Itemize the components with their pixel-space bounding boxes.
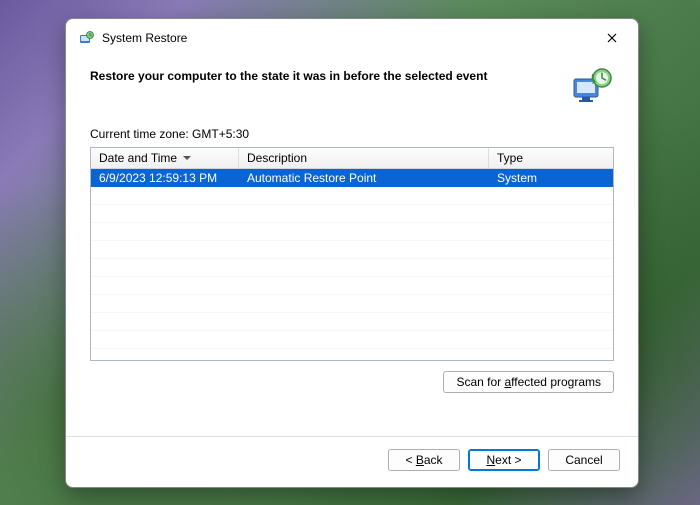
cancel-button[interactable]: Cancel [548,449,620,471]
column-header-type-label: Type [497,151,523,165]
window-title: System Restore [102,31,590,45]
cell-description: Automatic Restore Point [239,171,489,185]
restore-points-table: Date and Time Description Type 6/9/2023 … [90,147,614,361]
column-header-type[interactable]: Type [489,148,613,168]
next-button[interactable]: Next > [468,449,540,471]
column-header-date[interactable]: Date and Time [91,148,239,168]
table-row[interactable]: 6/9/2023 12:59:13 PM Automatic Restore P… [91,169,613,187]
dialog-body: Current time zone: GMT+5:30 Date and Tim… [66,127,638,436]
cell-type: System [489,171,613,185]
table-body[interactable]: 6/9/2023 12:59:13 PM Automatic Restore P… [91,169,613,360]
column-header-description[interactable]: Description [239,148,489,168]
cell-date: 6/9/2023 12:59:13 PM [91,171,239,185]
back-button[interactable]: < Back [388,449,460,471]
sort-descending-icon [183,156,191,160]
wizard-footer: < Back Next > Cancel [66,436,638,487]
system-restore-icon [78,30,94,46]
close-button[interactable] [598,27,626,49]
system-restore-dialog: System Restore Restore your computer to … [65,18,639,488]
restore-hero-icon [570,65,614,109]
action-row: Scan for affected programs [90,361,614,393]
table-header: Date and Time Description Type [91,148,613,169]
timezone-label: Current time zone: GMT+5:30 [90,127,614,141]
close-icon [607,33,617,43]
column-header-date-label: Date and Time [99,151,177,165]
column-header-description-label: Description [247,151,307,165]
page-heading: Restore your computer to the state it wa… [90,65,554,83]
header: Restore your computer to the state it wa… [66,55,638,127]
scan-affected-programs-button[interactable]: Scan for affected programs [443,371,614,393]
titlebar: System Restore [66,19,638,55]
